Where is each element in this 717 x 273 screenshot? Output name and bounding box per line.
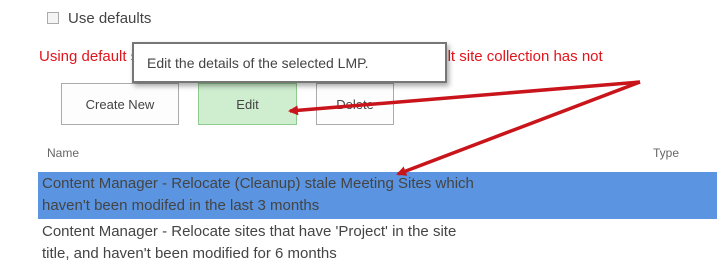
column-header-name[interactable]: Name: [47, 146, 79, 160]
arrow-to-selected-row: [396, 80, 641, 176]
table-row-selected[interactable]: Content Manager - Relocate (Cleanup) sta…: [38, 172, 717, 219]
delete-button[interactable]: Delete: [316, 83, 394, 125]
table-row[interactable]: Content Manager - Relocate sites that ha…: [38, 220, 717, 273]
use-defaults-row[interactable]: Use defaults: [47, 8, 151, 28]
edit-button[interactable]: Edit: [198, 83, 297, 125]
row-name-line: haven't been modifed in the last 3 month…: [42, 197, 320, 214]
use-defaults-checkbox[interactable]: [47, 12, 59, 24]
row-name-line: Content Manager - Relocate sites that ha…: [42, 223, 457, 240]
edit-tooltip: Edit the details of the selected LMP.: [132, 42, 447, 83]
row-name-line: Content Manager - Relocate (Cleanup) sta…: [42, 175, 474, 192]
column-header-type[interactable]: Type: [653, 146, 679, 160]
use-defaults-label: Use defaults: [68, 9, 152, 27]
row-name-line: title, and haven't been modified for 6 m…: [42, 245, 337, 262]
create-new-button[interactable]: Create New: [61, 83, 179, 125]
